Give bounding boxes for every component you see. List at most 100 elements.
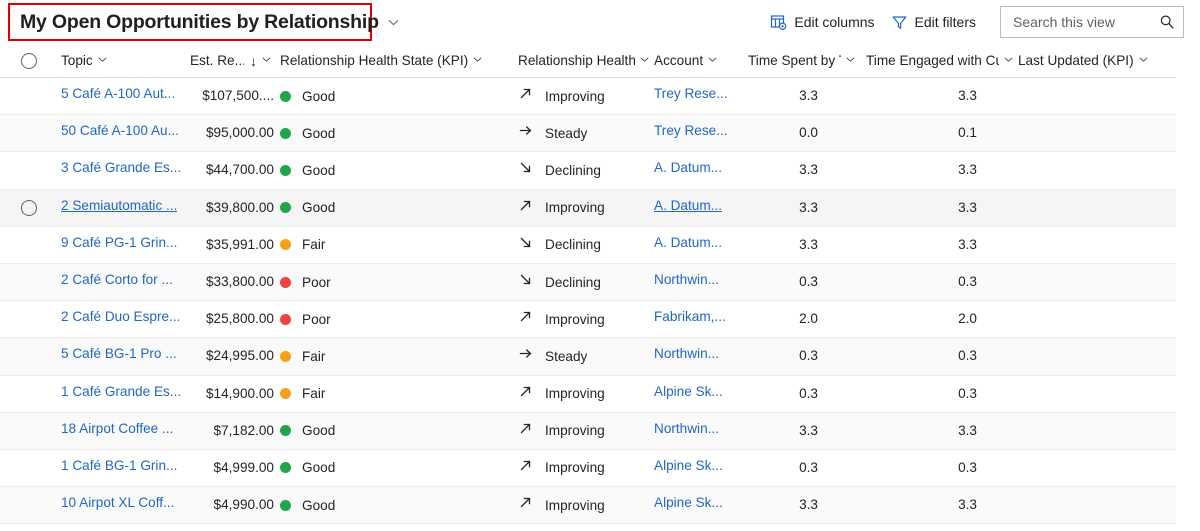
- chevron-down-icon[interactable]: [261, 54, 274, 67]
- account-link[interactable]: Alpine Sk...: [654, 495, 723, 510]
- chevron-down-icon[interactable]: [387, 16, 400, 29]
- cell-health-trend: Improving: [510, 458, 652, 478]
- topic-link[interactable]: 1 Café Grande Es...: [61, 384, 181, 399]
- chevron-down-icon[interactable]: [707, 54, 720, 67]
- topic-link[interactable]: 2 Semiautomatic ...: [61, 198, 177, 213]
- arrow-up-right-icon: [518, 86, 533, 106]
- edit-columns-icon: [770, 14, 787, 31]
- arrow-down-right-icon: [518, 272, 533, 292]
- column-header-account[interactable]: Account: [652, 53, 740, 68]
- column-header-time-engaged[interactable]: Time Engaged with Cust...: [858, 53, 1016, 68]
- account-link[interactable]: A. Datum...: [654, 198, 722, 213]
- account-link[interactable]: A. Datum...: [654, 235, 722, 250]
- table-row[interactable]: 1 Café BG-1 Grin...$4,999.00GoodImprovin…: [0, 450, 1176, 487]
- topic-link[interactable]: 2 Café Duo Espre...: [61, 309, 180, 324]
- column-header-last-updated[interactable]: Last Updated (KPI): [1016, 53, 1176, 68]
- account-link[interactable]: Alpine Sk...: [654, 458, 723, 473]
- grid-header-row: Topic Est. Re... ↓ Relationship Health S…: [0, 44, 1176, 78]
- edit-columns-button[interactable]: Edit columns: [762, 7, 882, 37]
- cell-time-spent: 3.3: [740, 199, 858, 217]
- arrow-right-icon: [518, 346, 533, 366]
- column-header-est-revenue[interactable]: Est. Re... ↓: [190, 53, 278, 69]
- cell-health-trend: Improving: [510, 421, 652, 441]
- topic-link[interactable]: 1 Café BG-1 Grin...: [61, 458, 177, 473]
- cell-account: A. Datum...: [652, 198, 740, 218]
- account-link[interactable]: Northwin...: [654, 272, 719, 287]
- cell-health-state: Good: [278, 423, 510, 438]
- account-link[interactable]: Fabrikam,...: [654, 309, 726, 324]
- account-link[interactable]: Northwin...: [654, 346, 719, 361]
- health-trend-label: Improving: [545, 460, 605, 475]
- table-row[interactable]: 2 Café Corto for ...$33,800.00PoorDeclin…: [0, 264, 1176, 301]
- search-input[interactable]: [1011, 13, 1159, 31]
- health-trend-label: Steady: [545, 349, 587, 364]
- table-row[interactable]: 2 Café Duo Espre...$25,800.00PoorImprovi…: [0, 301, 1176, 338]
- cell-health-trend: Declining: [510, 160, 652, 180]
- topic-link[interactable]: 2 Café Corto for ...: [61, 272, 173, 287]
- health-trend-label: Improving: [545, 200, 605, 215]
- cell-time-engaged: 0.3: [858, 347, 1016, 365]
- time-spent-value: 3.3: [799, 162, 818, 177]
- column-header-time-spent[interactable]: Time Spent by T...: [740, 53, 858, 68]
- table-row[interactable]: 2 Semiautomatic ...$39,800.00GoodImprovi…: [0, 190, 1176, 227]
- table-row[interactable]: 18 Airpot Coffee ...$7,182.00GoodImprovi…: [0, 413, 1176, 450]
- row-select-radio[interactable]: [21, 200, 37, 216]
- cell-time-spent: 3.3: [740, 161, 858, 179]
- chevron-down-icon[interactable]: [1003, 54, 1016, 67]
- chevron-down-icon[interactable]: [97, 54, 110, 67]
- chevron-down-icon[interactable]: [1138, 54, 1151, 67]
- table-row[interactable]: 1 Café Grande Es...$14,900.00FairImprovi…: [0, 376, 1176, 413]
- row-select-cell[interactable]: [0, 200, 58, 216]
- arrow-down-right-icon: [518, 160, 533, 180]
- time-engaged-value: 0.1: [958, 125, 977, 140]
- cell-time-engaged: 2.0: [858, 310, 1016, 328]
- cell-topic: 1 Café Grande Es...: [58, 384, 190, 404]
- health-state-dot: [280, 239, 291, 250]
- edit-filters-button[interactable]: Edit filters: [883, 7, 984, 37]
- account-link[interactable]: Alpine Sk...: [654, 384, 723, 399]
- time-spent-value: 0.0: [799, 125, 818, 140]
- chevron-down-icon[interactable]: [845, 54, 858, 67]
- cell-time-engaged: 3.3: [858, 161, 1016, 179]
- est-revenue-value: $39,800.00: [206, 200, 274, 215]
- view-selector[interactable]: My Open Opportunities by Relationship: [20, 11, 362, 34]
- account-link[interactable]: Trey Rese...: [654, 123, 728, 138]
- search-icon[interactable]: [1159, 14, 1175, 30]
- table-row[interactable]: 10 Airpot XL Coff...$4,990.00GoodImprovi…: [0, 487, 1176, 524]
- account-link[interactable]: Northwin...: [654, 421, 719, 436]
- topic-link[interactable]: 9 Café PG-1 Grin...: [61, 235, 177, 250]
- cell-health-trend: Improving: [510, 384, 652, 404]
- health-state-dot: [280, 425, 291, 436]
- account-link[interactable]: A. Datum...: [654, 160, 722, 175]
- column-header-topic[interactable]: Topic: [58, 53, 190, 68]
- cell-account: Northwin...: [652, 272, 740, 292]
- cell-time-spent: 0.3: [740, 273, 858, 291]
- table-row[interactable]: 5 Café BG-1 Pro ...$24,995.00FairSteadyN…: [0, 338, 1176, 375]
- topic-link[interactable]: 50 Café A-100 Au...: [61, 123, 179, 138]
- table-row[interactable]: 5 Café A-100 Aut...$107,500....GoodImpro…: [0, 78, 1176, 115]
- topic-link[interactable]: 10 Airpot XL Coff...: [61, 495, 174, 510]
- topic-link[interactable]: 5 Café BG-1 Pro ...: [61, 346, 177, 361]
- table-row[interactable]: 3 Café Grande Es...$44,700.00GoodDeclini…: [0, 152, 1176, 189]
- chevron-down-icon[interactable]: [472, 54, 485, 67]
- table-row[interactable]: 50 Café A-100 Au...$95,000.00GoodSteadyT…: [0, 115, 1176, 152]
- time-engaged-value: 0.3: [958, 460, 977, 475]
- cell-health-state: Poor: [278, 275, 510, 290]
- search-box[interactable]: [1000, 6, 1184, 38]
- table-row[interactable]: 9 Café PG-1 Grin...$35,991.00FairDeclini…: [0, 227, 1176, 264]
- account-link[interactable]: Trey Rese...: [654, 86, 728, 101]
- topic-link[interactable]: 18 Airpot Coffee ...: [61, 421, 173, 436]
- cell-health-trend: Steady: [510, 123, 652, 143]
- chevron-down-icon[interactable]: [639, 54, 652, 67]
- column-header-health-trend[interactable]: Relationship Health ...: [510, 53, 652, 68]
- est-revenue-value: $25,800.00: [206, 311, 274, 326]
- cell-account: A. Datum...: [652, 235, 740, 255]
- cell-health-trend: Declining: [510, 235, 652, 255]
- topic-link[interactable]: 3 Café Grande Es...: [61, 160, 181, 175]
- column-header-health-state[interactable]: Relationship Health State (KPI): [278, 53, 510, 68]
- health-state-dot: [280, 165, 291, 176]
- select-all-radio[interactable]: [21, 53, 37, 69]
- topic-link[interactable]: 5 Café A-100 Aut...: [61, 86, 175, 101]
- cell-time-engaged: 3.3: [858, 236, 1016, 254]
- cell-account: Trey Rese...: [652, 123, 740, 143]
